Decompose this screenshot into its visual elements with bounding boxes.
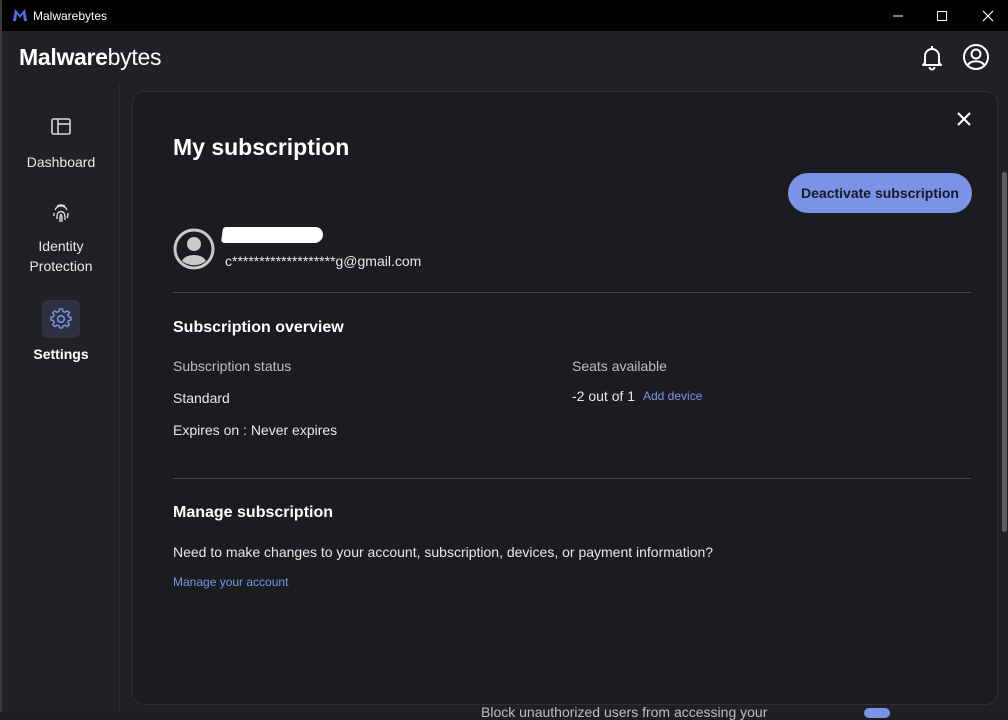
- notifications-button[interactable]: [918, 43, 946, 71]
- subscription-status-value: Standard: [173, 390, 230, 406]
- divider: [173, 478, 971, 479]
- background-setting-text: Block unauthorized users from accessing …: [481, 704, 768, 720]
- subscription-expiry: Expires on : Never expires: [173, 422, 338, 438]
- subscription-status-label: Subscription status: [173, 358, 292, 374]
- sidebar-item-dashboard[interactable]: Dashboard: [2, 108, 120, 170]
- subscription-panel: My subscription Deactivate subscription …: [132, 91, 1007, 705]
- deactivate-subscription-button[interactable]: Deactivate subscription: [788, 173, 972, 213]
- divider: [173, 292, 971, 293]
- sidebar-item-identity-protection[interactable]: Identity Protection: [2, 194, 120, 276]
- sidebar-item-label: Dashboard: [26, 154, 96, 170]
- manage-subscription-description: Need to make changes to your account, su…: [173, 544, 714, 560]
- seats-available-label: Seats available: [572, 358, 667, 374]
- title-bar: Malwarebytes: [2, 0, 1008, 31]
- scrollbar[interactable]: [1002, 172, 1007, 532]
- page-title: My subscription: [173, 134, 350, 160]
- malwarebytes-logo: Malwarebytes: [19, 43, 162, 70]
- minimize-icon: [893, 15, 903, 16]
- account-circle-icon: [963, 44, 989, 70]
- maximize-button[interactable]: [919, 0, 965, 31]
- manage-subscription-title: Manage subscription: [173, 504, 334, 521]
- bell-icon: [922, 46, 942, 71]
- fingerprint-icon: [53, 204, 69, 223]
- window-title: Malwarebytes: [33, 9, 108, 23]
- minimize-button[interactable]: [875, 0, 921, 31]
- close-icon: [957, 112, 971, 126]
- window-close-button[interactable]: [965, 0, 1008, 31]
- panel-close-button[interactable]: [952, 107, 976, 131]
- manage-account-link[interactable]: Manage your account: [173, 575, 288, 589]
- dashboard-icon: [51, 118, 71, 135]
- app-header: Malwarebytes: [2, 31, 1008, 83]
- redacted-user-name: [220, 227, 325, 243]
- sidebar-item-label: Identity Protection: [29, 238, 93, 274]
- gear-icon: [50, 308, 72, 329]
- seats-available-value: -2 out of 1: [572, 388, 636, 404]
- account-email: c*******************g@gmail.com: [225, 253, 422, 269]
- maximize-icon: [937, 10, 947, 21]
- close-icon: [982, 10, 994, 21]
- malwarebytes-app-icon: [13, 9, 27, 21]
- add-device-link[interactable]: Add device: [643, 389, 702, 403]
- sidebar-item-settings[interactable]: Settings: [2, 300, 120, 362]
- sidebar-item-label: Settings: [33, 346, 89, 362]
- account-button[interactable]: [962, 43, 990, 71]
- sidebar: Dashboard Identity Protection Settings: [2, 83, 120, 712]
- background-toggle[interactable]: [864, 708, 890, 718]
- avatar: [173, 228, 215, 270]
- subscription-overview-title: Subscription overview: [173, 319, 344, 336]
- app-window: Malwarebytes Malwarebytes Dashboard Iden…: [0, 0, 1008, 720]
